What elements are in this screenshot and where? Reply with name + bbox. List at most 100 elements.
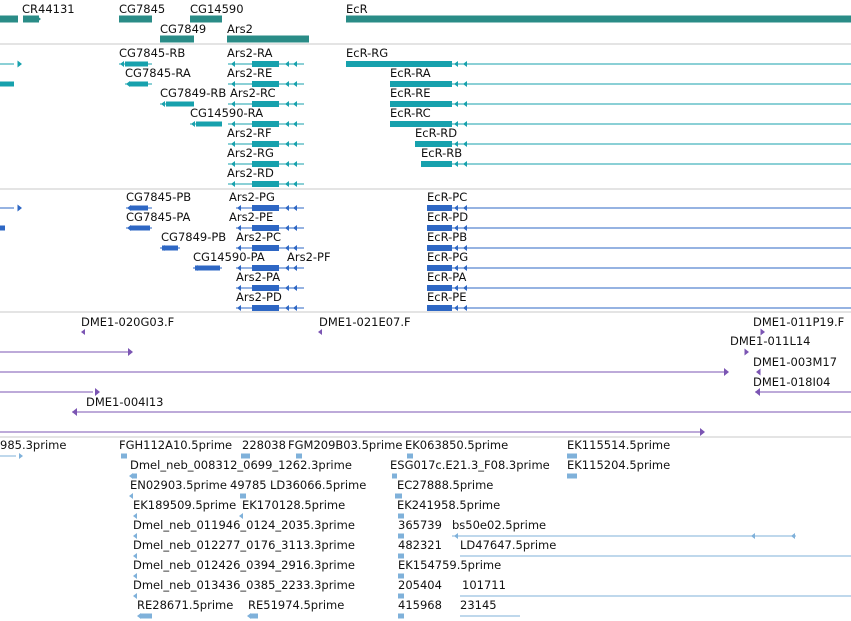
feature-label-ars2-pe: Ars2-PE xyxy=(229,210,273,224)
strand-forward-icon xyxy=(17,204,22,212)
strand-reverse-icon xyxy=(293,121,297,127)
feature-label-ek189509-5prime: EK189509.5prime xyxy=(133,498,236,512)
gene-bar[interactable] xyxy=(346,15,851,23)
strand-reverse-icon xyxy=(285,81,289,87)
feature-label-ecr-pb: EcR-PB xyxy=(427,230,467,244)
feature-label-ars2-pc: Ars2-PC xyxy=(236,230,281,244)
feature-label-en02903-5prime: EN02903.5prime xyxy=(130,478,227,492)
exon-block[interactable] xyxy=(0,225,5,231)
strand-reverse-icon xyxy=(285,181,289,187)
exon-block[interactable] xyxy=(421,161,452,167)
strand-reverse-icon xyxy=(293,285,297,291)
strand-forward-icon xyxy=(128,348,133,356)
feature-label-ars2-rd: Ars2-RD xyxy=(227,166,274,180)
feature-label-cg7849-rb: CG7849-RB xyxy=(160,86,226,100)
feature-label-dme1-003m17: DME1-003M17 xyxy=(753,355,837,369)
feature-label-fgm209b03-5prime: FGM209B03.5prime xyxy=(288,438,402,452)
est-block[interactable] xyxy=(567,473,577,479)
strand-reverse-icon xyxy=(81,329,85,335)
feature-label-dmel-neb-011946-0124-2035-3prime: Dmel_neb_011946_0124_2035.3prime xyxy=(133,518,355,532)
strand-reverse-icon xyxy=(137,613,141,619)
feature-label-dmel-neb-012277-0176-3113-3prime: Dmel_neb_012277_0176_3113.3prime xyxy=(133,538,355,552)
feature-label-cg7845: CG7845 xyxy=(119,2,165,16)
strand-reverse-icon xyxy=(318,329,322,335)
strand-reverse-icon xyxy=(454,533,458,539)
strand-reverse-icon xyxy=(293,265,297,271)
feature-label-ars2-pa: Ars2-PA xyxy=(236,270,280,284)
strand-reverse-icon xyxy=(285,285,289,291)
gene-bar[interactable] xyxy=(227,35,309,43)
feature-label-fgh112a10-5prime: FGH112A10.5prime xyxy=(119,438,232,452)
est-block[interactable] xyxy=(398,613,404,619)
feature-label-dme1-021e07-f: DME1-021E07.F xyxy=(319,315,411,329)
feature-label-ld47647-5prime: LD47647.5prime xyxy=(460,538,556,552)
strand-reverse-icon xyxy=(293,61,297,67)
feature-label-ec27888-5prime: EC27888.5prime xyxy=(397,478,493,492)
exon-block[interactable] xyxy=(130,81,148,87)
feature-label-esg017c-e21-3-f08-3prime: ESG017c.E21.3_F08.3prime xyxy=(390,458,550,472)
strand-reverse-icon xyxy=(161,101,165,107)
exon-block[interactable] xyxy=(195,265,220,271)
exon-block[interactable] xyxy=(252,181,279,187)
strand-reverse-icon xyxy=(285,205,289,211)
strand-reverse-icon xyxy=(285,265,289,271)
strand-forward-icon xyxy=(19,453,23,459)
feature-label-cg7849: CG7849 xyxy=(160,22,206,36)
strand-reverse-icon xyxy=(293,101,297,107)
gene-bar[interactable] xyxy=(160,35,194,43)
strand-reverse-icon xyxy=(72,408,77,416)
strand-reverse-icon xyxy=(463,141,467,147)
feature-label-ars2-pg: Ars2-PG xyxy=(229,190,275,204)
feature-label-ecr-re: EcR-RE xyxy=(390,86,431,100)
feature-label-101711: 101711 xyxy=(462,578,506,592)
strand-reverse-icon xyxy=(454,305,458,311)
feature-label-205404: 205404 xyxy=(398,578,442,592)
strand-reverse-icon xyxy=(463,161,467,167)
feature-label-ek115204-5prime: EK115204.5prime xyxy=(567,458,670,472)
feature-label-dme1-004i13: DME1-004I13 xyxy=(86,395,164,409)
strand-reverse-icon xyxy=(191,121,195,127)
strand-reverse-icon xyxy=(293,161,297,167)
feature-label-228038: 228038 xyxy=(242,438,286,452)
feature-label-dme1-018i04: DME1-018I04 xyxy=(753,375,831,389)
gene-bar[interactable] xyxy=(0,15,18,23)
gene-bar[interactable] xyxy=(119,15,152,23)
feature-label-ek241958-5prime: EK241958.5prime xyxy=(397,498,500,512)
feature-label-ars2-re: Ars2-RE xyxy=(227,66,272,80)
strand-reverse-icon xyxy=(293,81,297,87)
feature-label-985-3prime: 985.3prime xyxy=(0,438,66,452)
feature-label-365739: 365739 xyxy=(398,518,442,532)
strand-reverse-icon xyxy=(247,613,251,619)
strand-reverse-icon xyxy=(285,61,289,67)
feature-label-ecr-rd: EcR-RD xyxy=(415,126,457,140)
strand-reverse-icon xyxy=(755,388,760,396)
exon-block[interactable] xyxy=(0,81,14,87)
exon-block[interactable] xyxy=(252,305,279,311)
est-block[interactable] xyxy=(251,613,258,619)
est-block[interactable] xyxy=(121,453,127,459)
exon-block[interactable] xyxy=(130,225,150,231)
strand-reverse-icon xyxy=(293,305,297,311)
strand-reverse-icon xyxy=(126,81,130,87)
strand-reverse-icon xyxy=(454,61,458,67)
feature-label-ek154759-5prime: EK154759.5prime xyxy=(398,558,501,572)
feature-label-dmel-neb-008312-0699-1262-3prime: Dmel_neb_008312_0699_1262.3prime xyxy=(130,458,352,472)
est-block[interactable] xyxy=(141,613,152,619)
feature-label-ecr-pd: EcR-PD xyxy=(427,210,468,224)
feature-label-ek115514-5prime: EK115514.5prime xyxy=(567,438,670,452)
strand-reverse-icon xyxy=(293,181,297,187)
feature-label-ars2-pf: Ars2-PF xyxy=(287,250,331,264)
feature-label-dme1-011p19-f: DME1-011P19.F xyxy=(753,315,844,329)
strand-reverse-icon xyxy=(454,161,458,167)
feature-label-cg14590-ra: CG14590-RA xyxy=(190,106,263,120)
feature-label-ek170128-5prime: EK170128.5prime xyxy=(242,498,345,512)
strand-forward-icon xyxy=(724,368,729,376)
feature-label-cr44131: CR44131 xyxy=(22,2,75,16)
strand-reverse-icon xyxy=(454,81,458,87)
exon-block[interactable] xyxy=(427,305,452,311)
feature-label-cg7845-pa: CG7845-PA xyxy=(126,210,191,224)
feature-label-cg7845-rb: CG7845-RB xyxy=(119,46,185,60)
exon-block[interactable] xyxy=(196,121,222,127)
feature-label-415968: 415968 xyxy=(398,598,442,612)
feature-label-ecr-rg: EcR-RG xyxy=(346,46,388,60)
